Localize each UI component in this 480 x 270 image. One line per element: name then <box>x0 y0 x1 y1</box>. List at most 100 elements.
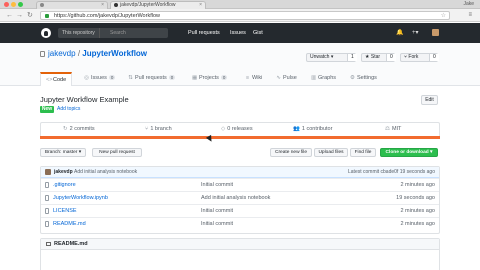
star-button[interactable]: ★ Star 0 <box>361 53 396 62</box>
branch-icon: ⑂ <box>145 126 149 132</box>
history-icon: ↻ <box>63 126 68 132</box>
tab-wiki[interactable]: ≡ Wiki <box>245 72 263 86</box>
upload-files-button[interactable]: Upload files <box>314 148 348 157</box>
repo-tabs: <>Code ◎ Issues 0 ⇅ Pull requests 0 ▦ Project… <box>0 72 480 86</box>
tab-code[interactable]: <>Code <box>40 72 73 86</box>
law-icon: ⚖ <box>385 126 390 132</box>
maximize-window-icon[interactable] <box>18 2 23 7</box>
table-row: JupyterWorkflow.ipynb Add initial analys… <box>41 191 439 204</box>
edit-description-button[interactable]: Edit <box>421 95 438 105</box>
branch-select[interactable]: Branch: master ▾ <box>40 148 86 157</box>
tab-favicon-icon <box>40 3 44 7</box>
minimize-window-icon[interactable] <box>11 2 16 7</box>
file-name-link[interactable]: LICENSE <box>53 208 77 215</box>
watch-button[interactable]: Unwatch ▾ 1 <box>306 53 357 62</box>
file-age: 19 seconds ago <box>396 195 435 201</box>
file-age: 2 minutes ago <box>400 208 435 214</box>
file-commit-message-link[interactable]: Initial commit <box>201 208 233 215</box>
issues-count: 0 <box>108 75 116 80</box>
file-commit-message-link[interactable]: Initial commit <box>201 182 233 189</box>
repo-summary: ↻ 2 commits ⑂ 1 branch ◇ 0 releases 👥 1 cont… <box>40 122 440 136</box>
tab-settings[interactable]: ⚙ Settings <box>350 72 377 86</box>
commit-author-avatar[interactable] <box>45 169 51 175</box>
star-count[interactable]: 0 <box>386 54 396 61</box>
add-topics-link[interactable]: Add topics <box>57 106 80 113</box>
tab-pulse[interactable]: ∿ Pulse <box>276 72 297 86</box>
browser-window: × jakevdp/JupyterWorkflow × Jake ← → ↻ h… <box>0 0 480 270</box>
tab-strip: × jakevdp/JupyterWorkflow × Jake <box>0 0 480 9</box>
close-tab-icon[interactable]: × <box>199 2 202 9</box>
file-icon <box>45 182 49 188</box>
graph-icon: ▥ <box>311 75 317 81</box>
language-bar[interactable] <box>40 136 440 139</box>
reload-icon[interactable]: ↻ <box>27 12 33 19</box>
fork-count[interactable]: 0 <box>429 54 439 61</box>
table-row: LICENSE Initial commit 2 minutes ago <box>41 204 439 217</box>
git-pull-request-icon: ⇅ <box>128 75 133 81</box>
people-icon: 👥 <box>293 126 300 132</box>
close-tab-icon[interactable]: × <box>101 2 104 9</box>
pull-requests-count: 0 <box>168 75 176 80</box>
commits-link[interactable]: ↻ 2 commits <box>63 126 95 133</box>
projects-count: 0 <box>220 75 228 80</box>
lock-icon <box>45 14 49 18</box>
project-icon: ▦ <box>192 75 198 81</box>
file-name-link[interactable]: .gitignore <box>53 182 76 189</box>
back-icon[interactable]: ← <box>6 12 13 19</box>
readme-title: README.md <box>54 241 88 247</box>
tab-pull-requests[interactable]: ⇅ Pull requests 0 <box>128 72 176 86</box>
file-name-link[interactable]: JupyterWorkflow.ipynb <box>53 195 108 202</box>
search-scope: This repository <box>58 28 100 38</box>
user-avatar[interactable] <box>432 29 439 36</box>
commit-author-link[interactable]: jakevdp <box>54 169 73 176</box>
repo-owner-link[interactable]: jakevdp <box>48 49 76 58</box>
nav-gist[interactable]: Gist <box>253 29 263 37</box>
fork-label: ⑂ Fork <box>404 54 419 60</box>
search-input[interactable]: This repository Search <box>58 28 168 38</box>
license-link[interactable]: ⚖ MIT <box>385 126 401 133</box>
file-name-link[interactable]: README.md <box>53 221 86 228</box>
close-window-icon[interactable] <box>4 2 9 7</box>
file-age: 2 minutes ago <box>400 221 435 227</box>
nav-pull-requests[interactable]: Pull requests <box>188 29 220 37</box>
create-new-plus-icon[interactable]: +▾ <box>412 29 419 37</box>
github-logo-icon[interactable] <box>41 28 51 38</box>
readme-panel: README.md <box>40 238 440 270</box>
nav-issues[interactable]: Issues <box>230 29 246 37</box>
file-commit-message-link[interactable]: Add initial analysis notebook <box>201 195 270 202</box>
forward-icon[interactable]: → <box>16 12 23 19</box>
readme-book-icon <box>46 242 51 246</box>
create-new-file-button[interactable]: Create new file <box>270 148 312 157</box>
branches-link[interactable]: ⑂ 1 branch <box>145 126 172 133</box>
search-placeholder: Search <box>110 30 126 36</box>
watch-label: Unwatch ▾ <box>310 54 334 60</box>
repo-name-link[interactable]: JupyterWorkflow <box>82 49 147 58</box>
tab-issues[interactable]: ◎ Issues 0 <box>84 72 116 86</box>
github-favicon-icon <box>114 3 118 7</box>
fork-button[interactable]: ⑂ Fork 0 <box>400 53 439 62</box>
clone-or-download-button[interactable]: Clone or download ▾ <box>380 148 438 157</box>
browser-menu-icon[interactable]: ≡ <box>468 12 472 19</box>
repo-header: jakevdp / JupyterWorkflow Unwatch ▾ 1 ★ … <box>0 43 480 86</box>
tab-graphs[interactable]: ▥ Graphs <box>311 72 336 86</box>
browser-profile-name[interactable]: Jake <box>463 1 474 7</box>
contributors-link[interactable]: 👥 1 contributor <box>293 126 332 133</box>
latest-commit-info[interactable]: Latest commit cbade0f 19 seconds ago <box>348 169 435 176</box>
browser-tab-empty[interactable]: × <box>36 1 108 9</box>
releases-link[interactable]: ◇ 0 releases <box>221 126 253 133</box>
commit-message-link[interactable]: Add initial analysis notebook <box>74 169 137 176</box>
star-label: ★ Star <box>365 54 381 60</box>
bookmark-star-icon[interactable]: ☆ <box>441 12 446 20</box>
readme-header: README.md <box>41 239 439 250</box>
browser-tab-active[interactable]: jakevdp/JupyterWorkflow × <box>110 1 206 9</box>
tab-projects[interactable]: ▦ Projects 0 <box>192 72 228 86</box>
new-pull-request-button[interactable]: New pull request <box>92 148 142 157</box>
file-commit-message-link[interactable]: Initial commit <box>201 221 233 228</box>
notifications-bell-icon[interactable]: 🔔 <box>396 29 403 37</box>
repo-title-separator: / <box>77 49 81 58</box>
watch-count[interactable]: 1 <box>347 54 357 61</box>
find-file-button[interactable]: Find file <box>350 148 376 157</box>
gear-icon: ⚙ <box>350 75 355 81</box>
file-table: jakevdp Add initial analysis notebook La… <box>40 166 440 234</box>
url-input[interactable]: https://github.com/jakevdp/JupyterWorkfl… <box>40 11 450 20</box>
